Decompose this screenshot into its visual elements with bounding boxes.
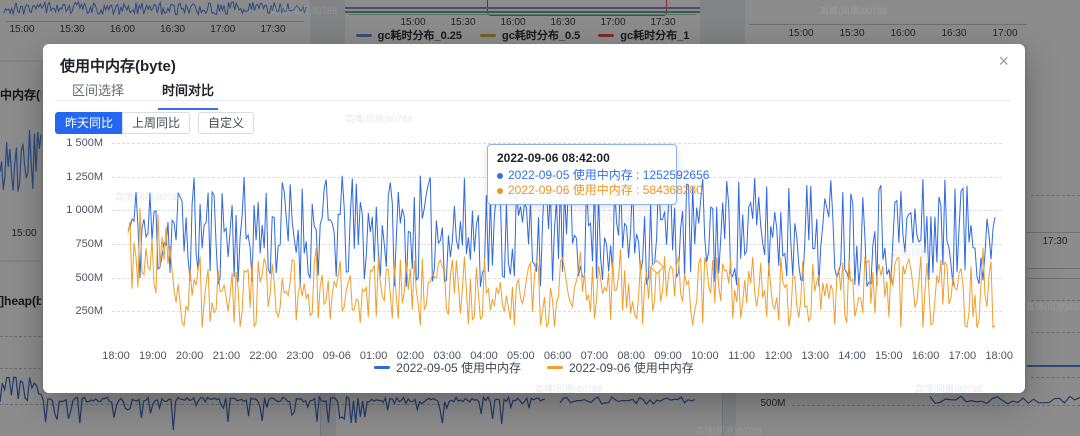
chart-tooltip: 2022-09-06 08:42:00 2022-09-05 使用中内存 : 1… <box>487 144 677 205</box>
tooltip-time: 2022-09-06 08:42:00 <box>497 151 667 166</box>
series-dot-icon <box>497 173 503 179</box>
memory-detail-modal: 使用中内存(byte) × 区间选择 时间对比 昨天同比 上周同比 自定义 1 … <box>43 44 1025 393</box>
tooltip-row: 2022-09-06 使用中内存 : 584368280 <box>497 183 667 198</box>
tooltip-row: 2022-09-05 使用中内存 : 1252592656 <box>497 168 667 183</box>
line-chart[interactable] <box>43 44 1025 393</box>
series-dot-icon <box>497 188 503 194</box>
screen: 15:0015:3016:0016:3017:0017:30 15:0015:3… <box>0 0 1080 436</box>
tooltip-value: 2022-09-05 使用中内存 : 1252592656 <box>508 168 709 183</box>
tooltip-value: 2022-09-06 使用中内存 : 584368280 <box>508 183 703 198</box>
